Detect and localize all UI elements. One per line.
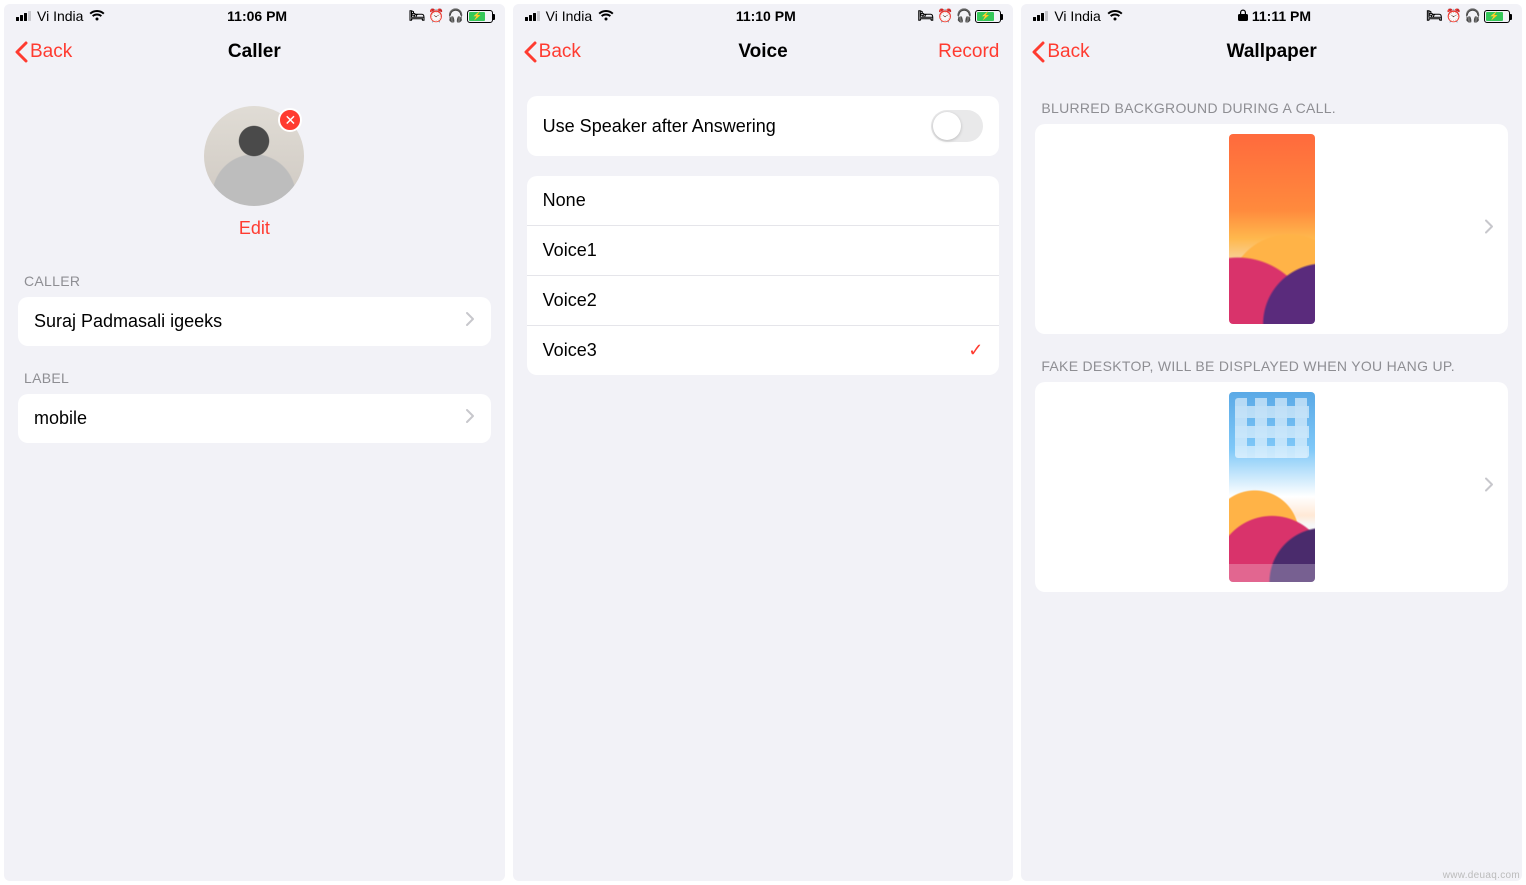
carrier-label: Vi India bbox=[546, 8, 592, 24]
voice-option-voice1[interactable]: Voice1 bbox=[527, 226, 1000, 276]
status-bar: Vi India 11:11 PM 🛏 ⏰ 🎧 bbox=[1021, 4, 1522, 28]
headphones-icon: 🎧 bbox=[447, 8, 463, 24]
chevron-right-icon bbox=[1484, 219, 1494, 240]
page-title: Voice bbox=[738, 41, 787, 63]
voice-option-voice3[interactable]: Voice3 ✓ bbox=[527, 326, 1000, 375]
nav-bar: Back Wallpaper bbox=[1021, 28, 1522, 76]
record-button[interactable]: Record bbox=[938, 41, 999, 63]
chevron-right-icon bbox=[465, 408, 475, 429]
voice-option-label: Voice3 bbox=[543, 340, 597, 361]
page-title: Caller bbox=[228, 41, 281, 63]
voice-option-none[interactable]: None bbox=[527, 176, 1000, 226]
voice-option-label: None bbox=[543, 190, 586, 211]
bed-icon: 🛏 bbox=[1426, 8, 1443, 24]
wallpaper-thumbnail bbox=[1229, 392, 1315, 582]
page-title: Wallpaper bbox=[1227, 41, 1317, 63]
back-button[interactable]: Back bbox=[523, 41, 581, 63]
headphones-icon: 🎧 bbox=[956, 8, 972, 24]
speaker-toggle-cell[interactable]: Use Speaker after Answering bbox=[527, 96, 1000, 156]
headphones-icon: 🎧 bbox=[1465, 8, 1481, 24]
bed-icon: 🛏 bbox=[409, 8, 426, 24]
speaker-toggle[interactable] bbox=[931, 110, 983, 142]
back-label: Back bbox=[539, 41, 581, 63]
bed-icon: 🛏 bbox=[917, 8, 934, 24]
delete-photo-button[interactable]: ✕ bbox=[278, 108, 302, 132]
section-header-desktop: FAKE DESKTOP, WILL BE DISPLAYED WHEN YOU… bbox=[1021, 334, 1522, 382]
chevron-right-icon bbox=[1484, 477, 1494, 498]
wifi-icon bbox=[89, 10, 105, 22]
alarm-icon: ⏰ bbox=[1446, 8, 1462, 24]
battery-icon bbox=[975, 10, 1001, 23]
signal-icon bbox=[525, 11, 540, 21]
signal-icon bbox=[1033, 11, 1048, 21]
carrier-label: Vi India bbox=[1054, 8, 1100, 24]
battery-icon bbox=[467, 10, 493, 23]
voice-option-voice2[interactable]: Voice2 bbox=[527, 276, 1000, 326]
caller-name-cell[interactable]: Suraj Padmasali igeeks bbox=[18, 297, 491, 346]
status-time: 11:10 PM bbox=[736, 8, 796, 24]
alarm-icon: ⏰ bbox=[428, 8, 444, 24]
alarm-icon: ⏰ bbox=[937, 8, 953, 24]
section-header-label: LABEL bbox=[4, 346, 505, 394]
screen-voice: Vi India 11:10 PM 🛏 ⏰ 🎧 Back Voice Recor… bbox=[513, 4, 1014, 881]
avatar[interactable]: ✕ bbox=[204, 106, 304, 206]
signal-icon bbox=[16, 11, 31, 21]
wallpaper-thumbnail bbox=[1229, 134, 1315, 324]
carrier-label: Vi India bbox=[37, 8, 83, 24]
nav-bar: Back Caller bbox=[4, 28, 505, 76]
wifi-icon bbox=[1107, 10, 1123, 22]
status-bar: Vi India 11:10 PM 🛏 ⏰ 🎧 bbox=[513, 4, 1014, 28]
fake-desktop-cell[interactable] bbox=[1035, 382, 1508, 592]
edit-button[interactable]: Edit bbox=[239, 218, 270, 239]
label-value: mobile bbox=[34, 408, 87, 429]
voice-option-label: Voice2 bbox=[543, 290, 597, 311]
speaker-toggle-label: Use Speaker after Answering bbox=[543, 116, 776, 137]
screen-wallpaper: Vi India 11:11 PM 🛏 ⏰ 🎧 Back Wallpaper B… bbox=[1021, 4, 1522, 881]
nav-bar: Back Voice Record bbox=[513, 28, 1014, 76]
blurred-wallpaper-cell[interactable] bbox=[1035, 124, 1508, 334]
back-label: Back bbox=[1047, 41, 1089, 63]
wifi-icon bbox=[598, 10, 614, 22]
section-header-caller: CALLER bbox=[4, 249, 505, 297]
screen-caller: Vi India 11:06 PM 🛏 ⏰ 🎧 Back Caller ✕ Ed… bbox=[4, 4, 505, 881]
watermark: www.deuaq.com bbox=[1443, 870, 1520, 881]
section-header-blurred: BLURRED BACKGROUND DURING A CALL. bbox=[1021, 76, 1522, 124]
back-button[interactable]: Back bbox=[1031, 41, 1089, 63]
check-icon: ✓ bbox=[968, 340, 983, 361]
back-label: Back bbox=[30, 41, 72, 63]
status-bar: Vi India 11:06 PM 🛏 ⏰ 🎧 bbox=[4, 4, 505, 28]
lock-icon bbox=[1238, 8, 1248, 24]
back-button[interactable]: Back bbox=[14, 41, 72, 63]
chevron-right-icon bbox=[465, 311, 475, 332]
label-cell[interactable]: mobile bbox=[18, 394, 491, 443]
status-time: 11:11 PM bbox=[1252, 8, 1311, 24]
caller-name-label: Suraj Padmasali igeeks bbox=[34, 311, 222, 332]
voice-option-label: Voice1 bbox=[543, 240, 597, 261]
status-time: 11:06 PM bbox=[227, 8, 287, 24]
battery-icon bbox=[1484, 10, 1510, 23]
